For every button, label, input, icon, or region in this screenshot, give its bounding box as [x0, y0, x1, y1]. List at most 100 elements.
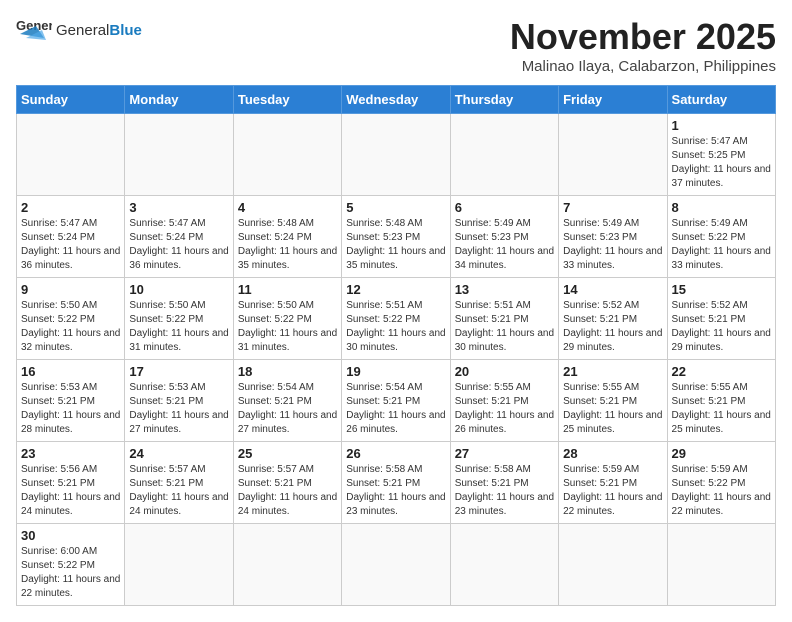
- calendar-cell: 9Sunrise: 5:50 AM Sunset: 5:22 PM Daylig…: [17, 278, 125, 360]
- logo-blue: Blue: [109, 22, 142, 39]
- day-info: Sunrise: 5:50 AM Sunset: 5:22 PM Dayligh…: [21, 299, 120, 355]
- day-info: Sunrise: 6:00 AM Sunset: 5:22 PM Dayligh…: [21, 545, 120, 601]
- day-info: Sunrise: 5:50 AM Sunset: 5:22 PM Dayligh…: [238, 299, 337, 355]
- calendar-cell: [667, 524, 775, 606]
- calendar-row-4: 23Sunrise: 5:56 AM Sunset: 5:21 PM Dayli…: [17, 442, 776, 524]
- day-number: 2: [21, 200, 120, 215]
- day-info: Sunrise: 5:55 AM Sunset: 5:21 PM Dayligh…: [455, 381, 554, 437]
- day-number: 18: [238, 364, 337, 379]
- day-number: 19: [346, 364, 445, 379]
- calendar-cell: 12 Sunrise: 5:51 AM Sunset: 5:22 PM Dayli…: [342, 278, 450, 360]
- calendar-cell: 2Sunrise: 5:47 AM Sunset: 5:24 PM Daylig…: [17, 196, 125, 278]
- day-number: 7: [563, 200, 662, 215]
- calendar-cell: 20 Sunrise: 5:55 AM Sunset: 5:21 PM Dayli…: [450, 360, 558, 442]
- day-info: Sunrise: 5:52 AM Sunset: 5:21 PM Dayligh…: [672, 299, 771, 355]
- calendar-cell: 8 Sunrise: 5:49 AM Sunset: 5:22 PM Daylig…: [667, 196, 775, 278]
- calendar-cell: 16Sunrise: 5:53 AM Sunset: 5:21 PM Dayli…: [17, 360, 125, 442]
- day-number: 10: [129, 282, 228, 297]
- calendar-cell: [559, 524, 667, 606]
- calendar-row-0: 1 Sunrise: 5:47 AM Sunset: 5:25 PM Daylig…: [17, 114, 776, 196]
- day-info: Sunrise: 5:47 AM Sunset: 5:25 PM Dayligh…: [672, 135, 771, 191]
- calendar-cell: [125, 524, 233, 606]
- day-info: Sunrise: 5:47 AM Sunset: 5:24 PM Dayligh…: [129, 217, 228, 273]
- calendar-cell: 28Sunrise: 5:59 AM Sunset: 5:21 PM Dayli…: [559, 442, 667, 524]
- calendar-cell: 27 Sunrise: 5:58 AM Sunset: 5:21 PM Dayli…: [450, 442, 558, 524]
- logo-general: General: [56, 22, 109, 39]
- calendar-cell: 18 Sunrise: 5:54 AM Sunset: 5:21 PM Dayli…: [233, 360, 341, 442]
- day-info: Sunrise: 5:54 AM Sunset: 5:21 PM Dayligh…: [346, 381, 445, 437]
- calendar-cell: 6Sunrise: 5:49 AM Sunset: 5:23 PM Daylig…: [450, 196, 558, 278]
- calendar-table: SundayMondayTuesdayWednesdayThursdayFrid…: [16, 85, 776, 606]
- calendar-cell: 14 Sunrise: 5:52 AM Sunset: 5:21 PM Dayli…: [559, 278, 667, 360]
- calendar-cell: 17Sunrise: 5:53 AM Sunset: 5:21 PM Dayli…: [125, 360, 233, 442]
- logo-wordmark: GeneralBlue: [56, 23, 142, 38]
- weekday-header-row: SundayMondayTuesdayWednesdayThursdayFrid…: [17, 86, 776, 114]
- day-number: 15: [672, 282, 771, 297]
- day-info: Sunrise: 5:54 AM Sunset: 5:21 PM Dayligh…: [238, 381, 337, 437]
- logo-icon: General: [16, 16, 52, 44]
- day-info: Sunrise: 5:55 AM Sunset: 5:21 PM Dayligh…: [563, 381, 662, 437]
- day-number: 25: [238, 446, 337, 461]
- calendar-cell: 26 Sunrise: 5:58 AM Sunset: 5:21 PM Dayli…: [342, 442, 450, 524]
- day-info: Sunrise: 5:58 AM Sunset: 5:21 PM Dayligh…: [455, 463, 554, 519]
- calendar-cell: [17, 114, 125, 196]
- logo: General GeneralBlue: [16, 16, 142, 44]
- day-number: 13: [455, 282, 554, 297]
- calendar-cell: 11Sunrise: 5:50 AM Sunset: 5:22 PM Dayli…: [233, 278, 341, 360]
- weekday-header-tuesday: Tuesday: [233, 86, 341, 114]
- day-number: 12: [346, 282, 445, 297]
- calendar-cell: [342, 524, 450, 606]
- day-info: Sunrise: 5:52 AM Sunset: 5:21 PM Dayligh…: [563, 299, 662, 355]
- page-header: General GeneralBlue November 2025 Malina…: [16, 16, 776, 75]
- day-number: 29: [672, 446, 771, 461]
- calendar-cell: 10Sunrise: 5:50 AM Sunset: 5:22 PM Dayli…: [125, 278, 233, 360]
- calendar-cell: 15 Sunrise: 5:52 AM Sunset: 5:21 PM Dayli…: [667, 278, 775, 360]
- day-number: 3: [129, 200, 228, 215]
- day-number: 17: [129, 364, 228, 379]
- day-info: Sunrise: 5:51 AM Sunset: 5:21 PM Dayligh…: [455, 299, 554, 355]
- weekday-header-thursday: Thursday: [450, 86, 558, 114]
- calendar-cell: 22 Sunrise: 5:55 AM Sunset: 5:21 PM Dayli…: [667, 360, 775, 442]
- calendar-cell: 7 Sunrise: 5:49 AM Sunset: 5:23 PM Daylig…: [559, 196, 667, 278]
- calendar-row-5: 30Sunrise: 6:00 AM Sunset: 5:22 PM Dayli…: [17, 524, 776, 606]
- day-number: 8: [672, 200, 771, 215]
- day-number: 21: [563, 364, 662, 379]
- calendar-cell: 29 Sunrise: 5:59 AM Sunset: 5:22 PM Dayli…: [667, 442, 775, 524]
- day-info: Sunrise: 5:55 AM Sunset: 5:21 PM Dayligh…: [672, 381, 771, 437]
- day-number: 20: [455, 364, 554, 379]
- day-info: Sunrise: 5:58 AM Sunset: 5:21 PM Dayligh…: [346, 463, 445, 519]
- calendar-cell: 3 Sunrise: 5:47 AM Sunset: 5:24 PM Daylig…: [125, 196, 233, 278]
- calendar-cell: [233, 524, 341, 606]
- day-number: 22: [672, 364, 771, 379]
- calendar-row-2: 9Sunrise: 5:50 AM Sunset: 5:22 PM Daylig…: [17, 278, 776, 360]
- calendar-cell: 24Sunrise: 5:57 AM Sunset: 5:21 PM Dayli…: [125, 442, 233, 524]
- day-number: 1: [672, 118, 771, 133]
- calendar-cell: 21 Sunrise: 5:55 AM Sunset: 5:21 PM Dayli…: [559, 360, 667, 442]
- day-info: Sunrise: 5:57 AM Sunset: 5:21 PM Dayligh…: [129, 463, 228, 519]
- day-info: Sunrise: 5:49 AM Sunset: 5:22 PM Dayligh…: [672, 217, 771, 273]
- day-number: 26: [346, 446, 445, 461]
- day-info: Sunrise: 5:49 AM Sunset: 5:23 PM Dayligh…: [563, 217, 662, 273]
- day-number: 14: [563, 282, 662, 297]
- calendar-cell: 4Sunrise: 5:48 AM Sunset: 5:24 PM Daylig…: [233, 196, 341, 278]
- day-number: 4: [238, 200, 337, 215]
- day-number: 16: [21, 364, 120, 379]
- day-number: 27: [455, 446, 554, 461]
- calendar-cell: [559, 114, 667, 196]
- calendar-cell: [233, 114, 341, 196]
- title-area: November 2025 Malinao Ilaya, Calabarzon,…: [510, 16, 776, 75]
- day-info: Sunrise: 5:49 AM Sunset: 5:23 PM Dayligh…: [455, 217, 554, 273]
- calendar-cell: 5Sunrise: 5:48 AM Sunset: 5:23 PM Daylig…: [342, 196, 450, 278]
- day-info: Sunrise: 5:59 AM Sunset: 5:22 PM Dayligh…: [672, 463, 771, 519]
- day-info: Sunrise: 5:59 AM Sunset: 5:21 PM Dayligh…: [563, 463, 662, 519]
- weekday-header-sunday: Sunday: [17, 86, 125, 114]
- calendar-cell: [450, 524, 558, 606]
- calendar-cell: [342, 114, 450, 196]
- calendar-cell: 30Sunrise: 6:00 AM Sunset: 5:22 PM Dayli…: [17, 524, 125, 606]
- calendar-cell: 25 Sunrise: 5:57 AM Sunset: 5:21 PM Dayli…: [233, 442, 341, 524]
- weekday-header-saturday: Saturday: [667, 86, 775, 114]
- weekday-header-monday: Monday: [125, 86, 233, 114]
- day-info: Sunrise: 5:51 AM Sunset: 5:22 PM Dayligh…: [346, 299, 445, 355]
- month-title: November 2025: [510, 16, 776, 58]
- day-info: Sunrise: 5:57 AM Sunset: 5:21 PM Dayligh…: [238, 463, 337, 519]
